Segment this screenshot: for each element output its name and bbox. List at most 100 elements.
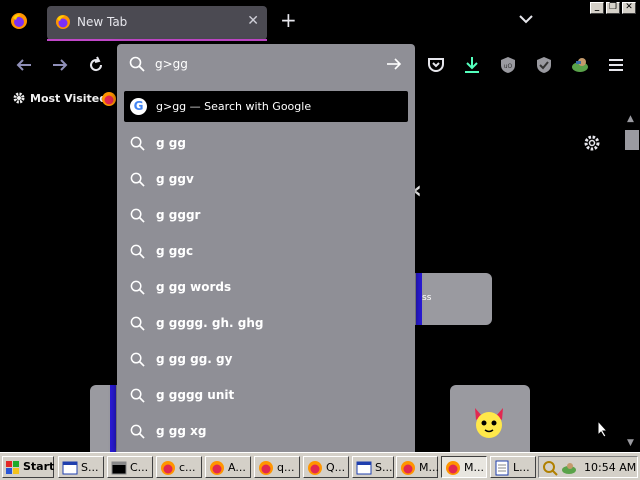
scroll-up-icon[interactable]: ▲ (627, 114, 634, 124)
suggestion-item[interactable]: g gg xg (117, 414, 415, 450)
ublock-shield-icon[interactable]: uO (498, 55, 518, 75)
gear-icon[interactable] (583, 134, 601, 152)
taskbar-button-active[interactable]: M... (441, 456, 487, 478)
download-icon[interactable] (462, 55, 482, 75)
minimize-button[interactable]: _ (590, 2, 604, 14)
suggestion-item[interactable]: g ggv (117, 162, 415, 198)
firefox-icon (308, 461, 322, 475)
taskbar-label: M... (464, 461, 484, 474)
search-icon (130, 388, 145, 403)
taskbar-button[interactable]: M... (396, 456, 439, 478)
forward-icon[interactable] (50, 55, 70, 75)
chevron-down-icon[interactable] (518, 13, 534, 25)
taskbar-button[interactable]: A... (205, 456, 251, 478)
firefox-icon (259, 461, 273, 475)
mouse-cursor-icon (597, 420, 609, 438)
screen: New Tab ✕ + _ ❐ ✕ uO Most Visited ‹ ss ▲… (0, 0, 640, 480)
suggestion-item[interactable]: g gg words (117, 270, 415, 306)
tile-stripe (110, 385, 116, 452)
extension-icon[interactable] (570, 55, 590, 75)
search-icon (130, 352, 145, 367)
tab-strip: New Tab ✕ + _ ❐ ✕ (0, 0, 640, 44)
close-tab-icon[interactable]: ✕ (247, 13, 259, 29)
window-controls: _ ❐ ✕ (590, 2, 636, 14)
taskbar-label: M... (419, 461, 439, 474)
network-icon[interactable] (542, 460, 558, 476)
notepad-icon (495, 460, 509, 476)
console-icon (111, 461, 127, 475)
taskbar-label: c... (179, 461, 196, 474)
windows-logo-icon (6, 461, 19, 474)
maximize-button[interactable]: ❐ (606, 2, 620, 14)
scrollbar[interactable] (624, 112, 640, 452)
suggestion-separator: — (186, 100, 205, 113)
taskbar-label: q... (277, 461, 295, 474)
active-tab-indicator (47, 39, 267, 41)
hamburger-menu-icon[interactable] (606, 55, 626, 75)
top-site-tile[interactable] (90, 385, 120, 452)
google-icon-letter: G (133, 99, 144, 113)
suggestion-label: g gg (156, 136, 186, 150)
taskbar-button[interactable]: S... (352, 456, 394, 478)
privacy-shield-icon[interactable] (534, 55, 554, 75)
search-icon (130, 208, 145, 223)
google-icon: G (130, 98, 147, 115)
suggestion-action: Search with Google (204, 100, 312, 113)
suggestion-item[interactable]: g gg (117, 126, 415, 162)
search-icon (129, 56, 145, 72)
search-icon (130, 136, 145, 151)
suggestion-item[interactable]: g gggg. gh. ghg (117, 306, 415, 342)
clock: 10:54 AM (584, 461, 637, 474)
start-button[interactable]: Start (2, 456, 54, 478)
taskbar-button[interactable]: S... (58, 456, 104, 478)
search-icon (130, 172, 145, 187)
close-window-button[interactable]: ✕ (622, 2, 636, 14)
search-icon (130, 280, 145, 295)
start-label: Start (23, 460, 55, 473)
most-visited-label: Most Visited (30, 91, 108, 105)
taskbar-button[interactable]: c... (156, 456, 202, 478)
taskbar-button[interactable]: L... (490, 456, 536, 478)
suggestion-label: g gg gg. gy (156, 352, 233, 366)
suggestion-label: g ggc (156, 244, 194, 258)
top-site-tile[interactable]: ss (410, 273, 492, 325)
taskbar-label: S... (81, 461, 99, 474)
taskbar-label: Q... (326, 461, 346, 474)
search-icon (130, 316, 145, 331)
shield-tray-icon[interactable] (561, 460, 577, 476)
window-icon (62, 461, 78, 475)
suggestion-label: g gggg unit (156, 388, 235, 402)
suggestion-label: g gggg. gh. ghg (156, 316, 264, 330)
urlbar-input-row (117, 44, 415, 84)
scroll-down-icon[interactable]: ▼ (627, 438, 634, 448)
tile-label: ss (422, 293, 432, 303)
taskbar-button[interactable]: Q... (303, 456, 349, 478)
urlbar-input[interactable] (155, 54, 375, 74)
suggestion-search-with-google[interactable]: G g>gg — Search with Google (124, 91, 408, 122)
suggestion-text: g>gg — Search with Google (156, 100, 311, 113)
pocket-icon[interactable] (426, 55, 446, 75)
suggestion-item[interactable]: g gggr (117, 198, 415, 234)
suggestion-label: g gg words (156, 280, 232, 294)
taskbar-label: A... (228, 461, 246, 474)
firefox-view-icon[interactable] (10, 12, 28, 30)
most-visited-folder[interactable]: Most Visited (12, 91, 107, 105)
new-tab-button[interactable]: + (280, 10, 297, 30)
reload-icon[interactable] (86, 55, 106, 75)
scrollbar-thumb[interactable] (625, 130, 639, 150)
window-icon (356, 461, 372, 475)
go-arrow-icon[interactable] (385, 55, 403, 73)
suggestion-item[interactable]: g gggg unit (117, 378, 415, 414)
suggestion-label: g gggr (156, 208, 201, 222)
back-icon[interactable] (14, 55, 34, 75)
svg-text:uO: uO (504, 63, 513, 70)
suggestion-item[interactable]: g gg gg. gy (117, 342, 415, 378)
taskbar-button[interactable]: q... (254, 456, 300, 478)
tab-new-tab[interactable]: New Tab ✕ (47, 6, 267, 40)
taskbar-button[interactable]: C... (107, 456, 153, 478)
firefox-icon[interactable] (101, 91, 117, 107)
firefox-icon (210, 461, 224, 475)
suggestion-item[interactable]: g ggc (117, 234, 415, 270)
tab-title: New Tab (77, 15, 128, 29)
taskbar: Start S... C... c... A... q... Q... S...… (0, 452, 640, 480)
